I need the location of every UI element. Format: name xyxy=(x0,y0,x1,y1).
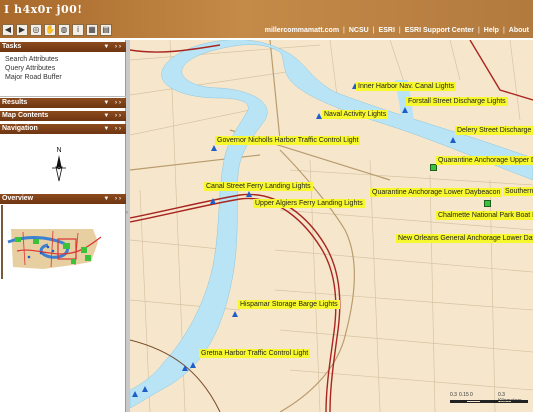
tasks-panel-header[interactable]: Tasks ▼ ›› xyxy=(0,42,126,52)
pan-right-icon[interactable]: ▶ xyxy=(16,24,28,36)
info-icon[interactable]: i xyxy=(72,24,84,36)
panel-collapse-icon[interactable]: ▼ ›› xyxy=(103,124,123,134)
map-label[interactable]: Naval Activity Lights xyxy=(322,110,389,119)
scale-label: 0.3 xyxy=(450,392,457,398)
map-toolbar: ◀ ▶ ◎ ✋ ◍ i ▦ ▤ xyxy=(2,24,112,38)
scale-label: 0.15 xyxy=(459,392,469,398)
task-major-road-buffer[interactable]: Major Road Buffer xyxy=(0,73,126,82)
light-marker-icon[interactable] xyxy=(210,198,216,204)
app-title: I h4x0r j00! xyxy=(4,3,83,16)
map-label[interactable]: Governor Nicholls Harbor Traffic Control… xyxy=(215,136,361,145)
map-label[interactable]: Quarantine Anchorage Lower Daybeacon xyxy=(370,188,503,197)
pan-left-icon[interactable]: ◀ xyxy=(2,24,14,36)
top-links: millercommamatt.com | NCSU | ESRI | ESRI Su… xyxy=(265,27,529,34)
link-help[interactable]: Help xyxy=(484,27,499,34)
zoom-full-icon[interactable]: ◎ xyxy=(30,24,42,36)
navigation-panel-title: Navigation xyxy=(2,125,38,132)
link-esri-support[interactable]: ESRI Support Center xyxy=(405,27,474,34)
map-label[interactable]: Canal Street Ferry Landing Lights xyxy=(204,182,313,191)
map-contents-panel-header[interactable]: Map Contents ▼ ›› xyxy=(0,111,126,121)
map-label[interactable]: New Orleans General Anchorage Lower Dayb… xyxy=(396,234,533,243)
map-label[interactable]: Quarantine Anchorage Upper D xyxy=(436,156,533,165)
link-separator: | xyxy=(398,27,401,34)
task-query-attributes[interactable]: Query Attributes xyxy=(0,64,126,73)
overview-panel-title: Overview xyxy=(2,195,34,202)
map-label[interactable]: Inner Harbor Nav. Canal Lights xyxy=(356,82,456,91)
left-panel: Tasks ▼ ›› Search Attributes Query Attri… xyxy=(0,40,126,412)
app-header: I h4x0r j00! ◀ ▶ ◎ ✋ ◍ i ▦ ▤ millercomma… xyxy=(0,0,533,38)
navigation-panel-header[interactable]: Navigation ▼ ›› xyxy=(0,124,126,134)
link-separator: | xyxy=(477,27,480,34)
map-label[interactable]: Delery Street Discharge L xyxy=(455,126,533,135)
panel-collapse-icon[interactable]: ▼ ›› xyxy=(103,98,123,108)
link-ncsu[interactable]: NCSU xyxy=(349,27,369,34)
panel-collapse-icon[interactable]: ▼ ›› xyxy=(103,194,123,204)
light-marker-icon[interactable] xyxy=(450,137,456,143)
link-separator: | xyxy=(343,27,345,34)
link-separator: | xyxy=(502,27,505,34)
light-marker-icon[interactable] xyxy=(211,145,217,151)
pan-hand-icon[interactable]: ✋ xyxy=(44,24,56,36)
layers-icon[interactable]: ▦ xyxy=(86,24,98,36)
link-about[interactable]: About xyxy=(509,27,529,34)
print-icon[interactable]: ▤ xyxy=(100,24,112,36)
map-label[interactable]: Hispamar Storage Barge Lights xyxy=(238,300,340,309)
daybeacon-marker-icon[interactable] xyxy=(484,200,491,207)
panel-collapse-icon[interactable]: ▼ ›› xyxy=(103,111,123,121)
light-marker-icon[interactable] xyxy=(402,107,408,113)
link-esri[interactable]: ESRI xyxy=(379,27,395,34)
scale-bar: 0.3 0.15 0 0.3 Kilometers xyxy=(450,392,528,406)
light-marker-icon[interactable] xyxy=(246,191,252,197)
link-millercommamatt[interactable]: millercommamatt.com xyxy=(265,27,339,34)
splitter-arrow-icon[interactable]: ‹ xyxy=(126,210,128,216)
overview-panel-header[interactable]: Overview ▼ ›› xyxy=(0,194,126,204)
map-view[interactable]: Inner Harbor Nav. Canal Lights Forstall … xyxy=(130,40,533,412)
map-canvas xyxy=(130,40,533,412)
daybeacon-marker-icon[interactable] xyxy=(430,164,437,171)
light-marker-icon[interactable] xyxy=(190,362,196,368)
map-label[interactable]: Forstall Street Discharge Lights xyxy=(406,97,508,106)
results-panel-title: Results xyxy=(2,99,28,106)
globe-icon[interactable]: ◍ xyxy=(58,24,70,36)
tasks-panel-body: Search Attributes Query Attributes Major… xyxy=(0,52,126,97)
north-arrow-icon[interactable]: N xyxy=(48,144,70,182)
link-separator: | xyxy=(372,27,375,34)
light-marker-icon[interactable] xyxy=(132,391,138,397)
scale-label: 0 xyxy=(470,392,473,398)
overview-map[interactable] xyxy=(3,207,120,277)
map-contents-panel-title: Map Contents xyxy=(2,112,49,119)
light-marker-icon[interactable] xyxy=(232,311,238,317)
map-label[interactable]: Upper Algiers Ferry Landing Lights xyxy=(253,199,365,208)
scale-bar-graphic xyxy=(450,400,528,403)
light-marker-icon[interactable] xyxy=(142,386,148,392)
light-marker-icon[interactable] xyxy=(182,365,188,371)
tasks-panel-title: Tasks xyxy=(2,43,22,50)
results-panel-header[interactable]: Results ▼ ›› xyxy=(0,98,126,108)
map-label[interactable]: Gretna Harbor Traffic Control Light xyxy=(199,349,311,358)
map-label[interactable]: Chalmette National Park Boat D xyxy=(436,211,533,220)
north-label: N xyxy=(56,147,61,154)
map-label[interactable]: Southern xyxy=(503,187,533,196)
panel-collapse-icon[interactable]: ▼ ›› xyxy=(103,42,123,52)
task-search-attributes[interactable]: Search Attributes xyxy=(0,55,126,64)
